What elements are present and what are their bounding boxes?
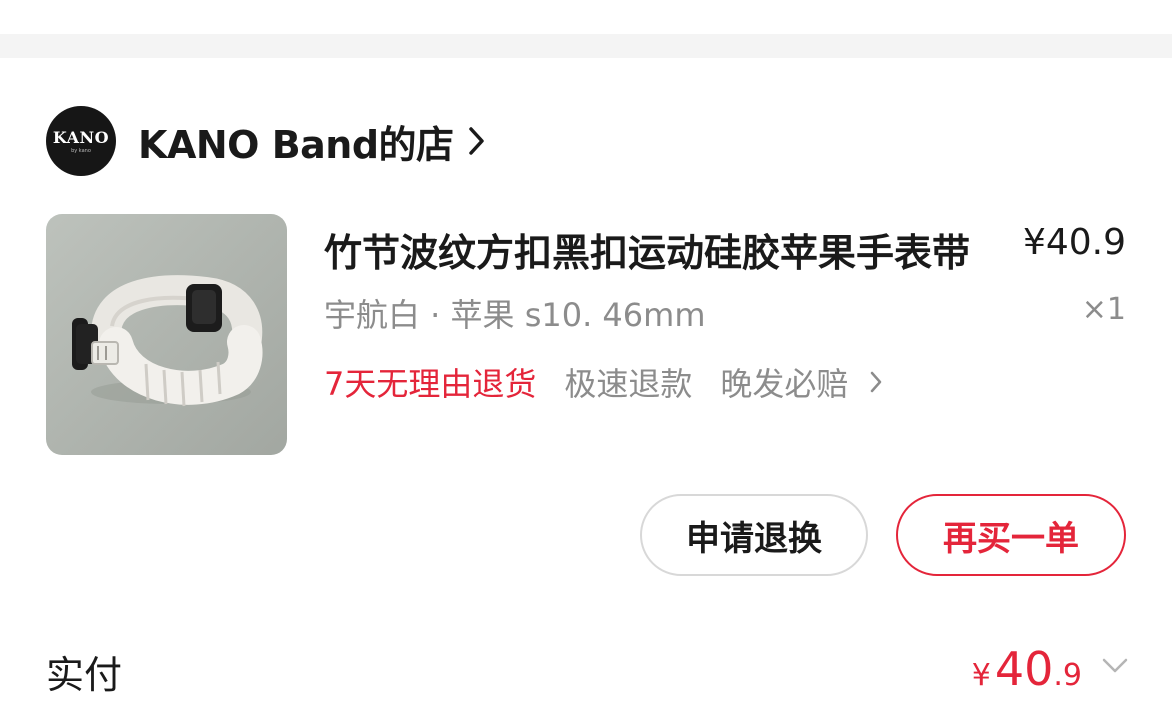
product-price: ¥40.9: [1022, 222, 1126, 263]
watch-band-icon: [72, 275, 263, 407]
buy-again-button[interactable]: 再买一单: [896, 494, 1126, 576]
fast-refund-tag: 极速退款: [564, 365, 693, 403]
request-refund-button[interactable]: 申请退换: [640, 494, 868, 576]
product-quantity: ×1: [1081, 292, 1126, 327]
chevron-down-icon[interactable]: [1100, 656, 1130, 676]
currency-symbol: ¥: [971, 658, 991, 693]
amount-decimal: .9: [1053, 658, 1082, 693]
late-delivery-tag: 晚发必赔: [720, 365, 849, 403]
product-title[interactable]: 竹节波纹方扣黑扣运动硅胶苹果手表带: [324, 222, 1004, 277]
shop-logo-text: KANO: [52, 128, 110, 147]
product-spec: 宇航白 · 苹果 s10. 46mm: [324, 296, 706, 334]
shop-name[interactable]: KANO Band的店: [138, 114, 454, 169]
order-card: KANO by kano KANO Band的店 竹节波纹方扣黑扣运动硅胶苹果手…: [0, 58, 1172, 708]
section-divider: [0, 34, 1172, 58]
product-image[interactable]: [46, 214, 287, 455]
paid-label: 实付: [46, 653, 123, 697]
shop-logo-subtext: by kano: [71, 148, 91, 154]
return-policy-tag: 7天无理由退货: [324, 365, 537, 403]
paid-amount[interactable]: ¥ 40 .9: [972, 642, 1082, 696]
chevron-right-icon[interactable]: [868, 366, 886, 398]
shop-header[interactable]: KANO by kano KANO Band的店: [46, 106, 492, 176]
service-guarantees[interactable]: 7天无理由退货 极速退款 晚发必赔: [324, 360, 886, 404]
shop-logo[interactable]: KANO by kano: [46, 106, 116, 176]
top-background: [0, 0, 1172, 58]
chevron-right-icon[interactable]: [466, 121, 492, 161]
amount-integer: 40: [994, 642, 1054, 696]
